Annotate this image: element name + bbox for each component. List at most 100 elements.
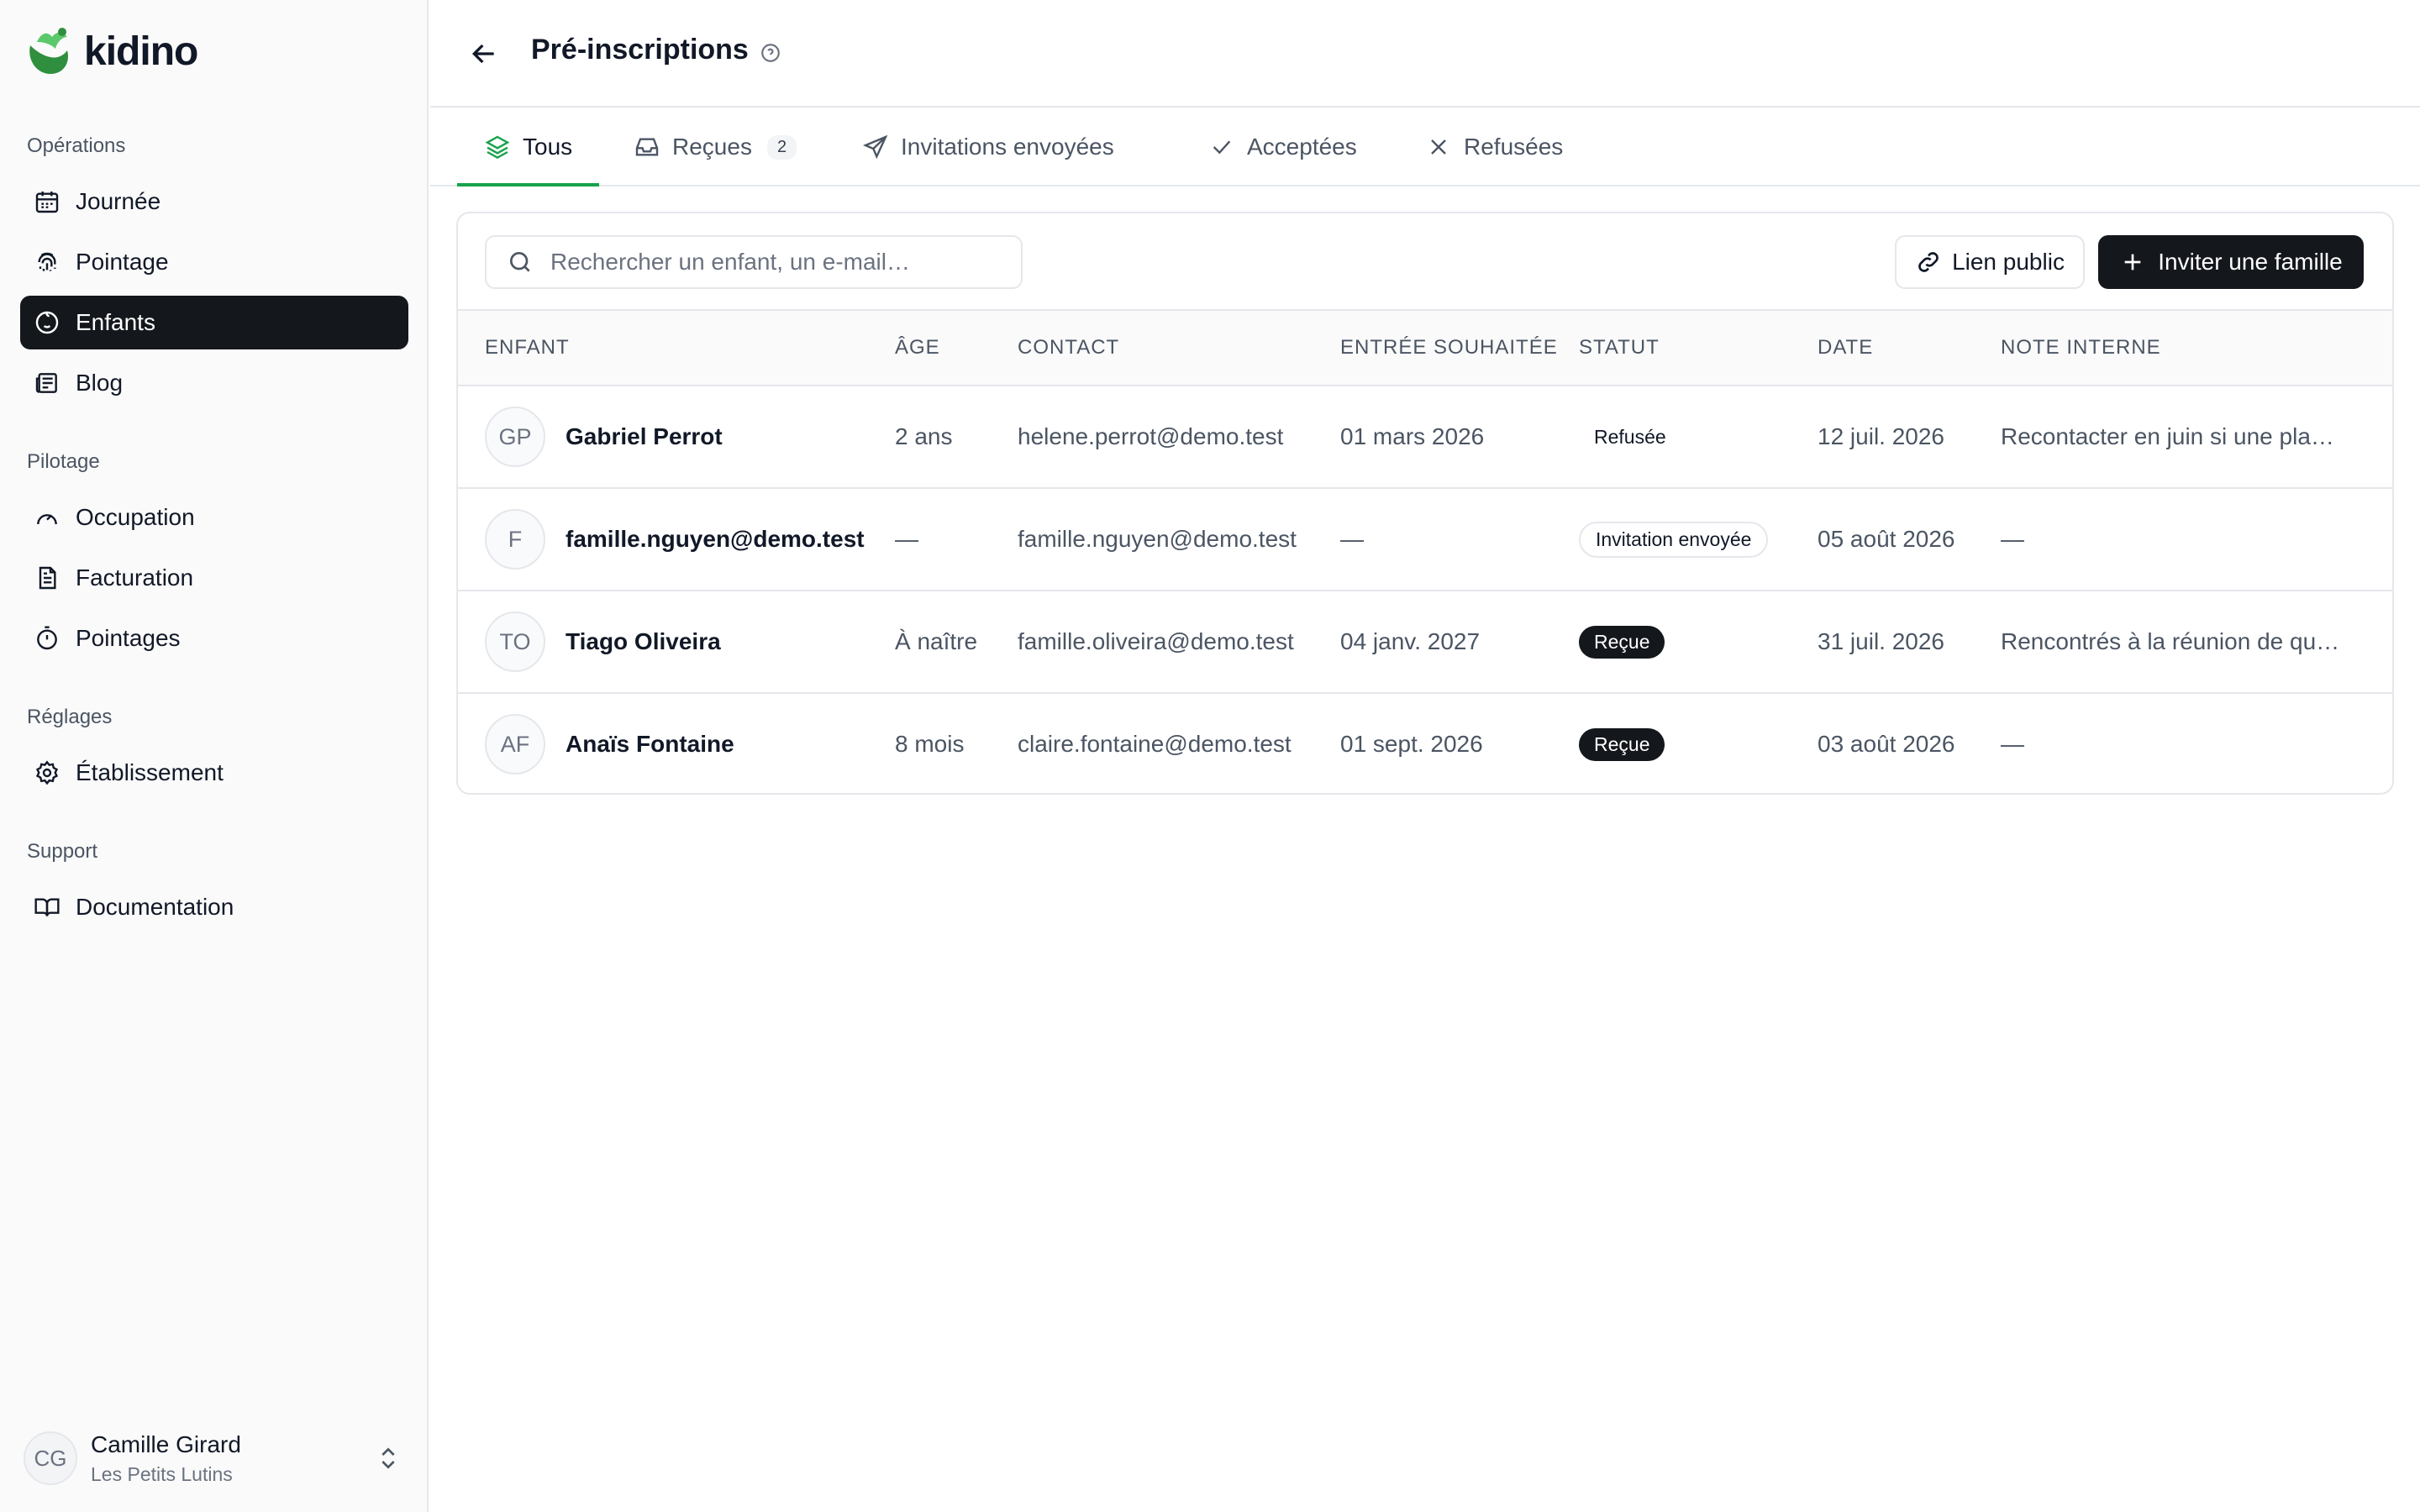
contact-email: famille.nguyen@demo.test [1018,526,1297,552]
tab-acceptees[interactable]: Acceptées [1181,109,1384,185]
gauge-icon [37,514,57,525]
tab-label: Acceptées [1247,134,1357,160]
tab-label: Refusées [1464,134,1564,160]
avatar: GP [485,407,545,467]
sidebar-item-label: Pointages [76,625,181,651]
sidebar-item-blog[interactable]: Blog [20,356,408,410]
sidebar-item-pointage[interactable]: Pointage [20,235,408,289]
sidebar-item-label: Occupation [76,504,195,530]
request-date: 31 juil. 2026 [1818,628,1945,654]
column-header-enfant[interactable]: Enfant [485,336,570,360]
sidebar-item-label: Pointage [76,249,169,275]
search-input[interactable] [550,249,1004,276]
table-header: Enfant Âge Contact Entrée souhaitée Stat… [458,309,2392,386]
search-icon [510,252,530,272]
user-menu[interactable]: CG Camille Girard Les Petits Lutins [24,1428,410,1488]
column-header-statut[interactable]: Statut [1579,336,1660,360]
tab-recues[interactable]: Reçues 2 [607,109,823,185]
internal-note: Rencontrés à la réunion de qu… [2001,628,2340,654]
sidebar-item-journee[interactable]: Journée [20,175,408,228]
sidebar-item-occupation[interactable]: Occupation [20,491,408,544]
desired-entry: 01 mars 2026 [1340,423,1485,449]
public-link-label: Lien public [1952,249,2065,275]
sidebar-item-label: Blog [76,370,124,396]
child-name: Anaïs Fontaine [566,731,734,757]
tab-bar: Tous Reçues 2 Invitations envoyées Accep… [430,109,2420,186]
desired-entry: 04 janv. 2027 [1340,628,1481,654]
calendar-icon [35,192,59,213]
request-date: 05 août 2026 [1818,526,1955,552]
nav-section-pilotage: Pilotage [27,450,100,473]
help-circle-icon[interactable] [760,42,781,64]
request-date: 03 août 2026 [1818,731,1955,757]
preinscriptions-card: Lien public Inviter une famille Enfant Â… [456,212,2394,795]
tab-label: Reçues [672,134,752,160]
column-header-note-interne[interactable]: Note interne [2001,336,2161,360]
avatar: AF [485,714,545,774]
tab-tous[interactable]: Tous [457,109,600,186]
table-row[interactable]: F famille.nguyen@demo.test — famille.ngu… [458,489,2392,591]
nav-section-reglages: Réglages [27,706,113,728]
sidebar-item-label: Établissement [76,759,224,785]
sidebar-item-enfants[interactable]: Enfants [20,296,408,349]
public-link-button[interactable]: Lien public [1895,235,2085,289]
back-arrow-icon[interactable] [467,37,501,71]
timer-icon [37,626,57,650]
sidebar-item-label: Documentation [76,894,234,920]
fingerprint-icon [38,252,56,271]
column-header-date[interactable]: Date [1818,336,1873,360]
child-age: 8 mois [895,731,965,757]
x-icon [1431,139,1446,155]
internal-note: — [2001,526,2024,552]
tab-refusees[interactable]: Refusées [1398,109,1590,185]
child-name: famille.nguyen@demo.test [566,526,865,552]
tab-label: Invitations envoyées [901,134,1114,160]
avatar: CG [24,1431,77,1485]
desired-entry: 01 sept. 2026 [1340,731,1483,757]
link-icon [1918,252,1939,272]
newspaper-icon [35,373,57,393]
inbox-icon [635,138,659,156]
avatar: F [485,509,545,570]
contact-email: helene.perrot@demo.test [1018,423,1284,449]
baby-icon [35,311,59,334]
internal-note: — [2001,731,2024,757]
avatar: TO [485,612,545,672]
column-header-entree-souhaitee[interactable]: Entrée souhaitée [1340,336,1558,360]
status-badge: Refusée [1594,425,1666,448]
desired-entry: — [1340,526,1364,552]
check-icon [1213,140,1231,155]
chevrons-up-down-icon[interactable] [375,1443,402,1473]
tab-invitations-envoyees[interactable]: Invitations envoyées [835,109,1141,185]
sidebar-item-documentation[interactable]: Documentation [20,880,408,934]
sidebar-item-facturation[interactable]: Facturation [20,551,408,605]
child-name: Tiago Oliveira [566,628,721,654]
plus-icon [2124,254,2141,270]
page-title: Pré-inscriptions [531,34,749,66]
brand-logo[interactable]: kidino [25,25,198,77]
search-box[interactable] [485,235,1023,289]
tab-count-badge: 2 [766,134,797,160]
child-age: À naître [895,628,978,654]
child-age: 2 ans [895,423,953,449]
book-icon [34,898,60,916]
table-row[interactable]: TO Tiago Oliveira À naître famille.olive… [458,591,2392,694]
status-badge: Reçue [1579,625,1665,659]
child-name: Gabriel Perrot [566,423,723,449]
request-date: 12 juil. 2026 [1818,423,1945,449]
table-row[interactable]: GP Gabriel Perrot 2 ans helene.perrot@de… [458,386,2392,489]
table-row[interactable]: AF Anaïs Fontaine 8 mois claire.fontaine… [458,694,2392,793]
brand-name: kidino [84,29,198,74]
sidebar-item-label: Facturation [76,564,194,591]
invite-family-button[interactable]: Inviter une famille [2098,235,2364,289]
nav-section-support: Support [27,840,98,863]
column-header-age[interactable]: Âge [895,336,940,360]
page-header: Pré-inscriptions [430,0,2420,108]
sidebar-item-etablissement[interactable]: Établissement [20,746,408,800]
column-header-contact[interactable]: Contact [1018,336,1119,360]
nav-section-operations: Opérations [27,134,126,157]
sidebar-item-pointages[interactable]: Pointages [20,612,408,665]
invite-family-label: Inviter une famille [2158,249,2343,275]
kidino-logo-icon [29,28,69,74]
sidebar-item-label: Journée [76,188,161,214]
